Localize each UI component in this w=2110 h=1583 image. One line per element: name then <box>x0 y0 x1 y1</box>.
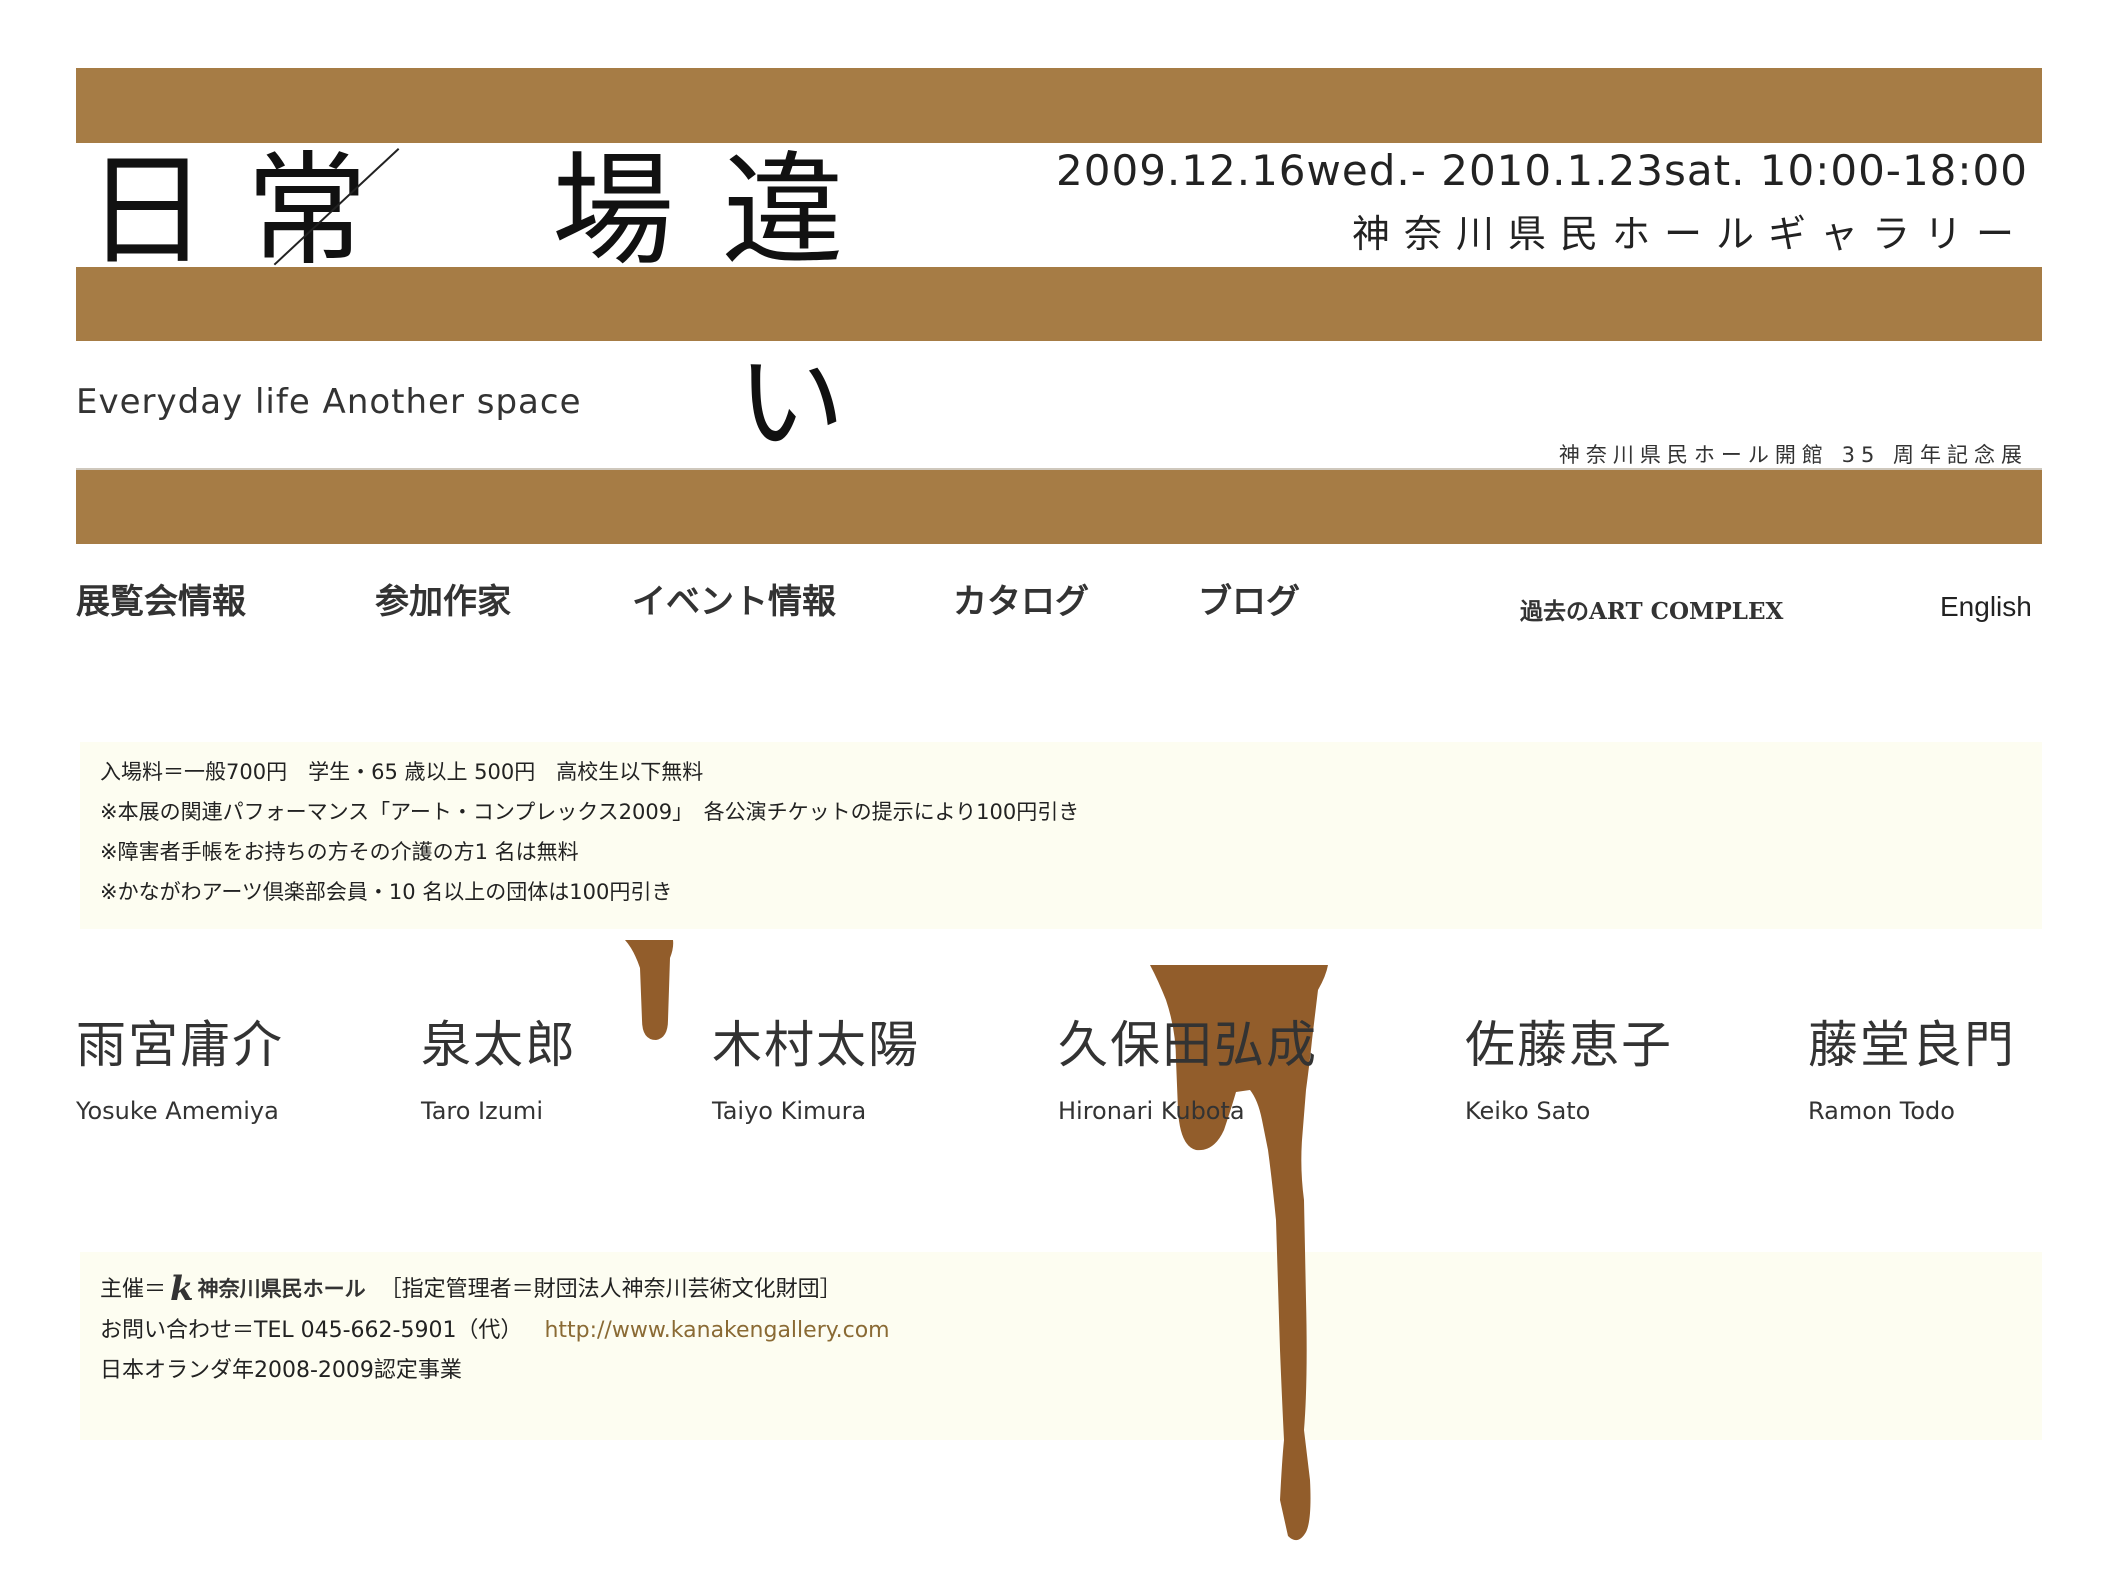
artist-name-jp: 佐藤恵子 <box>1465 1016 1673 1074</box>
artist-name-en: Yosuke Amemiya <box>76 1097 279 1125</box>
artist-name-en: Keiko Sato <box>1465 1097 1591 1125</box>
paint-drip-small <box>625 940 674 1040</box>
artist-card[interactable]: 藤堂良門 Ramon Todo <box>1808 1012 2016 1128</box>
artist-name-jp: 泉太郎 <box>421 1016 577 1074</box>
artist-name-jp: 久保田弘成 <box>1058 1016 1318 1074</box>
paint-drip-decoration <box>625 940 1328 1541</box>
artist-name-jp: 雨宮庸介 <box>76 1016 284 1074</box>
artist-card[interactable]: 雨宮庸介 Yosuke Amemiya <box>76 1012 284 1128</box>
artist-name-en: Taro Izumi <box>421 1097 543 1125</box>
artist-name-en: Ramon Todo <box>1808 1097 1955 1125</box>
artist-card[interactable]: 木村太陽 Taiyo Kimura <box>712 1012 920 1128</box>
artist-name-en: Hironari Kubota <box>1058 1097 1245 1125</box>
artist-name-jp: 木村太陽 <box>712 1016 920 1074</box>
artist-card[interactable]: 佐藤恵子 Keiko Sato <box>1465 1012 1673 1128</box>
artist-name-en: Taiyo Kimura <box>712 1097 867 1125</box>
artist-name-jp: 藤堂良門 <box>1808 1016 2016 1074</box>
artist-card[interactable]: 泉太郎 Taro Izumi <box>421 1012 577 1128</box>
artist-card[interactable]: 久保田弘成 Hironari Kubota <box>1058 1012 1318 1128</box>
